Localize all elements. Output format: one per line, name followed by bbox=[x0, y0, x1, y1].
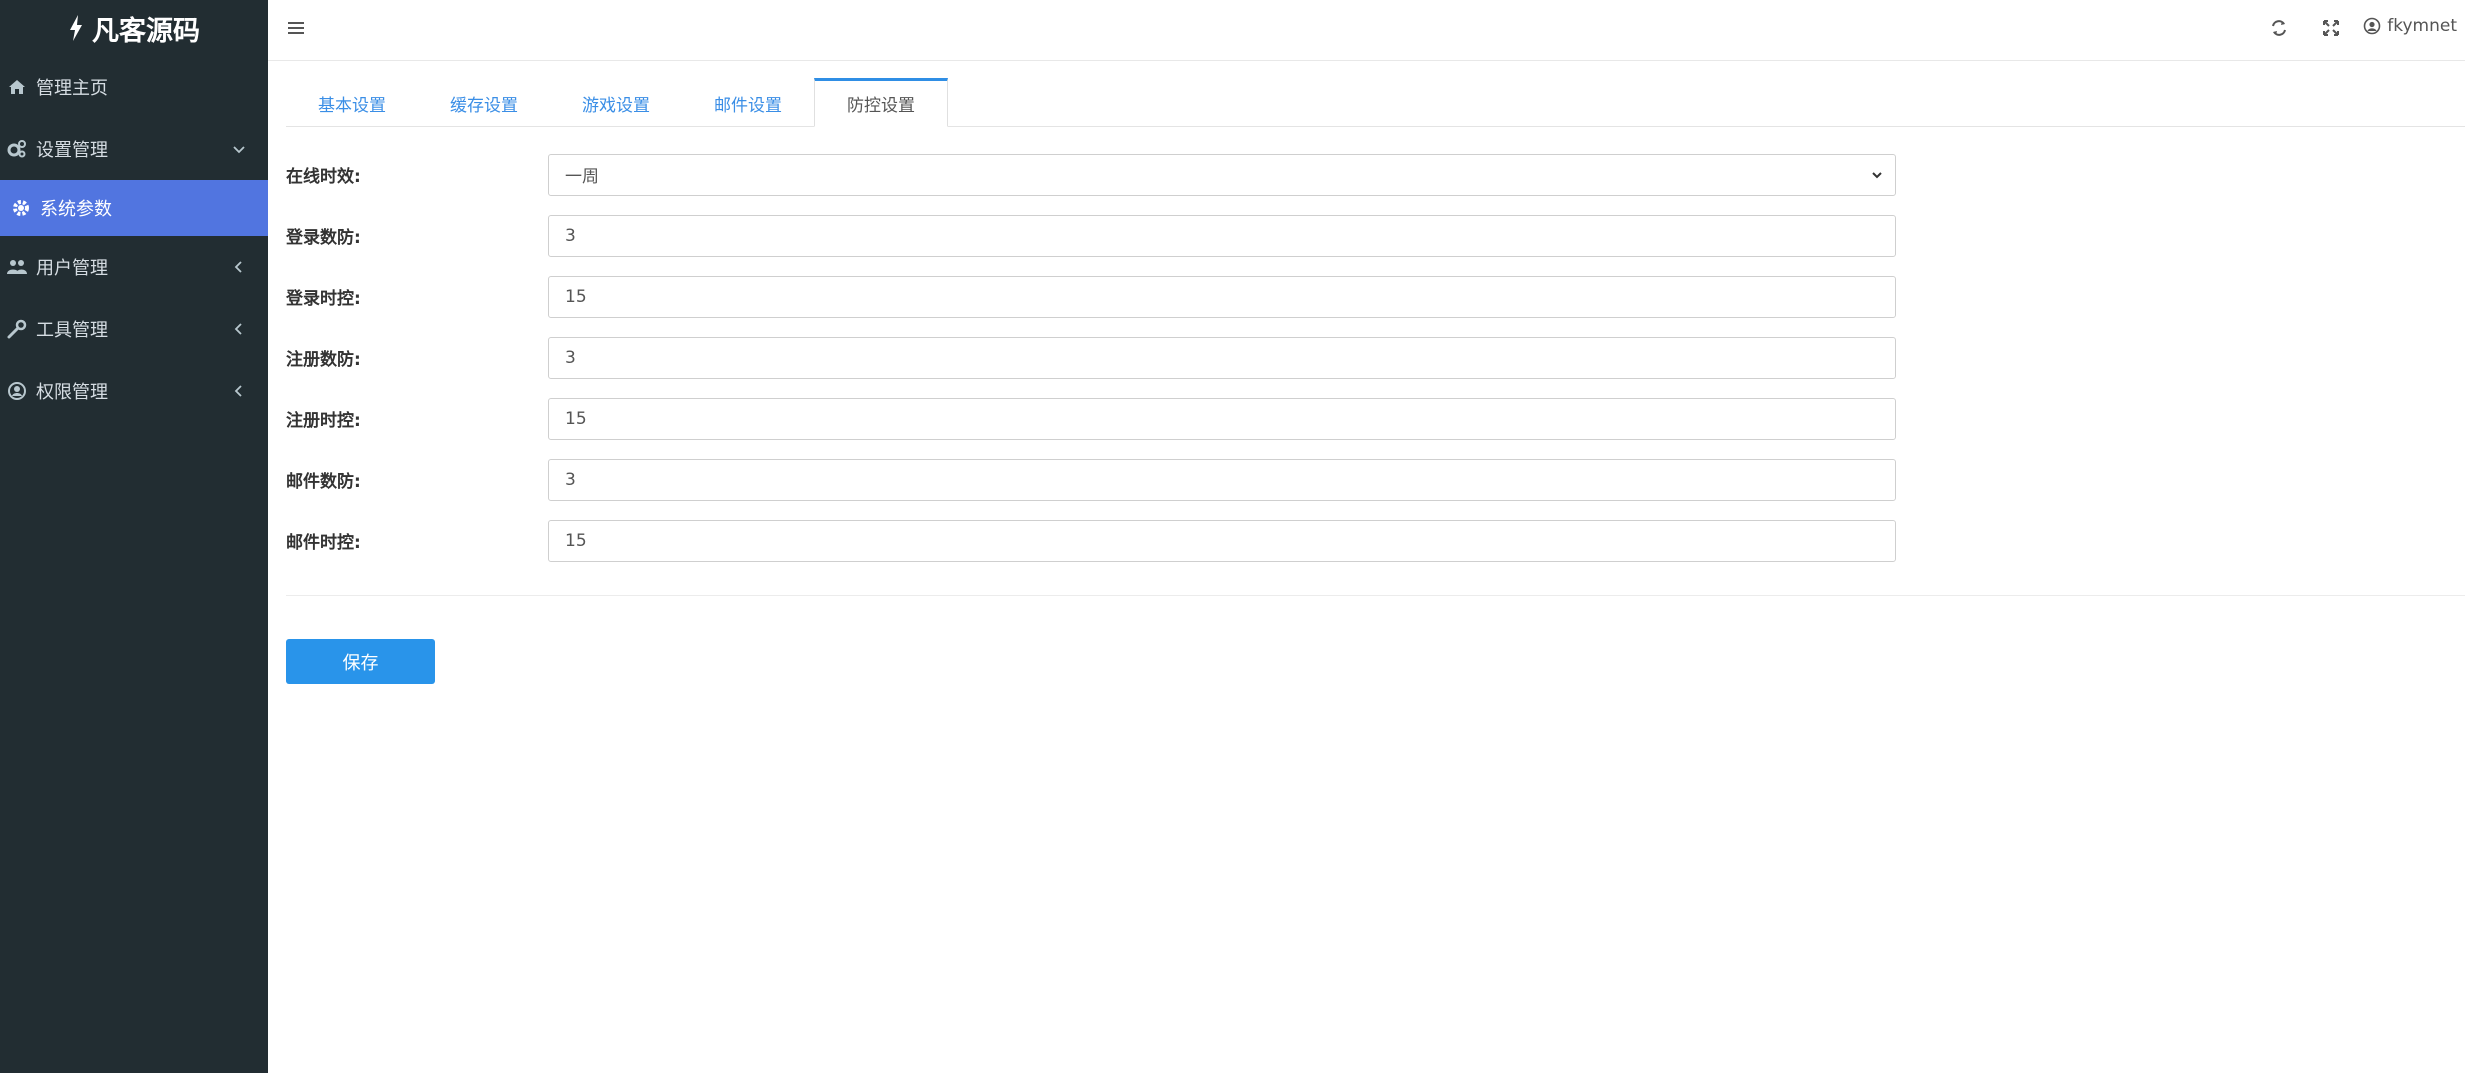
mail-time-label: 邮件时控: bbox=[286, 533, 361, 553]
form-row-online: 在线时效: 一周 bbox=[286, 144, 1898, 205]
fullscreen-icon[interactable] bbox=[2321, 18, 2341, 38]
online-select-value[interactable]: 一周 bbox=[548, 153, 1896, 196]
sidebar-item-label: 系统参数 bbox=[40, 199, 112, 220]
sidebar-item-label: 设置管理 bbox=[36, 140, 108, 161]
users-icon bbox=[7, 260, 27, 274]
tab-basic[interactable]: 基本设置 bbox=[286, 80, 418, 126]
sidebar-menu: 管理主页 设置管理 系统参数 用户管理 工具管理 权限管理 bbox=[0, 56, 268, 422]
form-row-register-time: 注册时控: bbox=[286, 388, 1898, 449]
sidebar-item-tools[interactable]: 工具管理 bbox=[0, 298, 268, 360]
brand-title: 凡客源码 bbox=[92, 15, 200, 47]
mail-count-input[interactable] bbox=[548, 458, 1896, 501]
chevron-left-icon bbox=[234, 323, 242, 335]
sidebar-item-home[interactable]: 管理主页 bbox=[0, 56, 268, 118]
user-circle-icon bbox=[8, 382, 26, 400]
online-select[interactable]: 一周 bbox=[548, 153, 1896, 196]
home-icon bbox=[9, 80, 25, 94]
brand[interactable]: 凡客源码 bbox=[0, 0, 268, 56]
tab-game[interactable]: 游戏设置 bbox=[550, 80, 682, 126]
menu-toggle-icon[interactable] bbox=[286, 18, 306, 38]
sidebar-item-settings[interactable]: 设置管理 bbox=[0, 118, 268, 180]
refresh-icon[interactable] bbox=[2269, 18, 2289, 38]
register-count-input[interactable] bbox=[548, 336, 1896, 379]
save-button[interactable]: 保存 bbox=[286, 639, 435, 684]
sidebar: 凡客源码 管理主页 设置管理 系统参数 用户管理 工具管理 权限管理 bbox=[0, 0, 268, 1073]
form-row-mail-count: 邮件数防: bbox=[286, 449, 1898, 510]
login-count-input[interactable] bbox=[548, 214, 1896, 257]
register-count-label: 注册数防: bbox=[286, 350, 361, 370]
top-bar: fkymnet bbox=[268, 0, 2465, 61]
register-time-input[interactable] bbox=[548, 397, 1896, 440]
sidebar-item-system-params[interactable]: 系统参数 bbox=[0, 180, 268, 236]
sidebar-item-users[interactable]: 用户管理 bbox=[0, 236, 268, 298]
sidebar-item-label: 工具管理 bbox=[36, 320, 108, 341]
tab-protection[interactable]: 防控设置 bbox=[814, 78, 948, 127]
sidebar-item-label: 用户管理 bbox=[36, 258, 108, 279]
chevron-down-icon bbox=[1872, 171, 1882, 178]
online-label: 在线时效: bbox=[286, 167, 361, 187]
bolt-icon bbox=[70, 15, 82, 41]
mail-time-input[interactable] bbox=[548, 519, 1896, 562]
form-divider bbox=[286, 595, 2465, 596]
register-time-label: 注册时控: bbox=[286, 411, 361, 431]
form-row-mail-time: 邮件时控: bbox=[286, 510, 1898, 571]
login-time-label: 登录时控: bbox=[286, 289, 361, 309]
chevron-left-icon bbox=[234, 385, 242, 397]
mail-count-label: 邮件数防: bbox=[286, 472, 361, 492]
user-circle-icon bbox=[2363, 17, 2381, 35]
chevron-down-icon bbox=[233, 146, 245, 154]
protection-form: 在线时效: 一周 登录数防: 登录时控: 注册数防: 注册时控: 邮件数防: 邮… bbox=[286, 144, 1898, 571]
username: fkymnet bbox=[2387, 16, 2457, 36]
user-menu[interactable]: fkymnet bbox=[2363, 16, 2457, 36]
sidebar-item-label: 管理主页 bbox=[36, 78, 108, 99]
gear-icon bbox=[13, 200, 29, 216]
form-row-register-count: 注册数防: bbox=[286, 327, 1898, 388]
sidebar-item-label: 权限管理 bbox=[36, 382, 108, 403]
chevron-left-icon bbox=[234, 261, 242, 273]
form-row-login-count: 登录数防: bbox=[286, 205, 1898, 266]
login-time-input[interactable] bbox=[548, 275, 1896, 318]
form-row-login-time: 登录时控: bbox=[286, 266, 1898, 327]
tab-cache[interactable]: 缓存设置 bbox=[418, 80, 550, 126]
settings-tabs: 基本设置 缓存设置 游戏设置 邮件设置 防控设置 bbox=[286, 78, 2465, 127]
sidebar-item-permissions[interactable]: 权限管理 bbox=[0, 360, 268, 422]
gears-icon bbox=[7, 140, 26, 158]
login-count-label: 登录数防: bbox=[286, 228, 361, 248]
tab-mail[interactable]: 邮件设置 bbox=[682, 80, 814, 126]
wrench-icon bbox=[7, 319, 27, 339]
